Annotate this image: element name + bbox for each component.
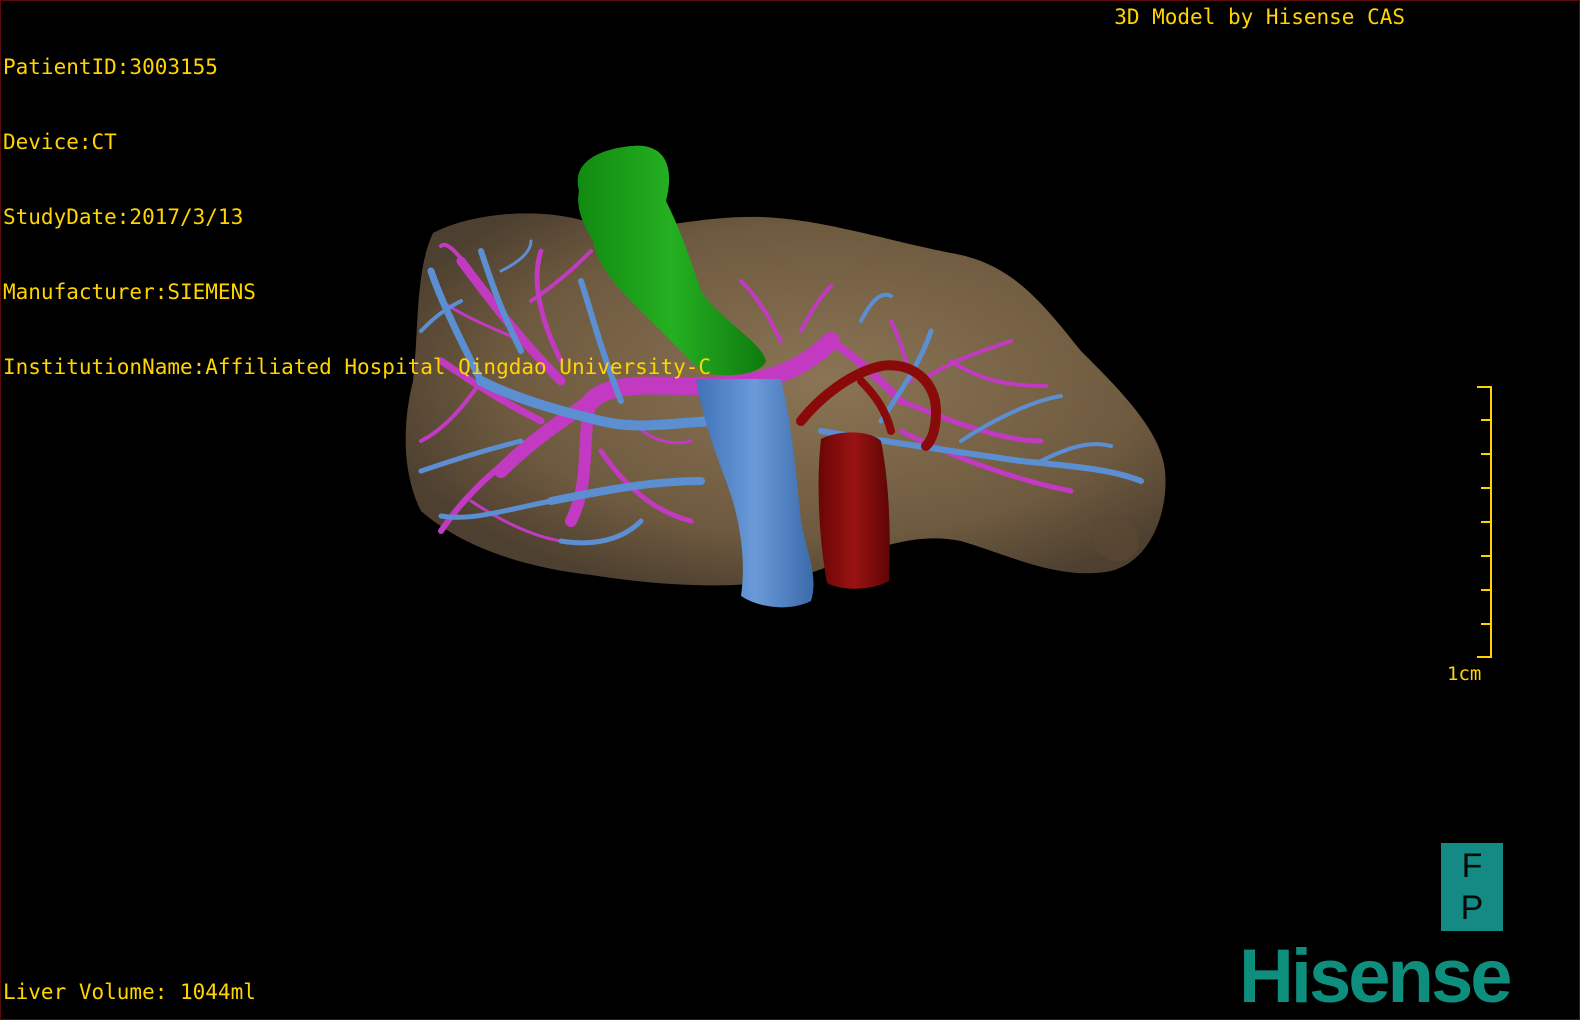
scale-bar — [1477, 386, 1492, 658]
liver-volume-text: Liver Volume: 1044ml — [3, 980, 256, 1004]
study-date-text: StudyDate:2017/3/13 — [3, 205, 244, 229]
patient-id-text: PatientID:3003155 — [3, 55, 218, 79]
model-credit-text: 3D Model by Hisense CAS — [1114, 5, 1405, 29]
device-text: Device:CT — [3, 130, 117, 154]
orientation-top-letter: F — [1461, 847, 1483, 885]
manufacturer-text: Manufacturer:SIEMENS — [3, 280, 256, 304]
patient-metadata-overlay: PatientID:3003155 Device:CT StudyDate:20… — [3, 5, 711, 430]
orientation-bottom-letter: P — [1460, 889, 1484, 927]
3d-viewport[interactable]: PatientID:3003155 Device:CT StudyDate:20… — [0, 0, 1580, 1020]
hisense-logo: Hisense — [1239, 934, 1512, 1019]
institution-text: InstitutionName:Affiliated Hospital Qing… — [3, 355, 712, 379]
scale-bar-label: 1cm — [1447, 663, 1482, 685]
orientation-marker[interactable]: F P — [1441, 843, 1503, 931]
aorta — [818, 432, 890, 589]
